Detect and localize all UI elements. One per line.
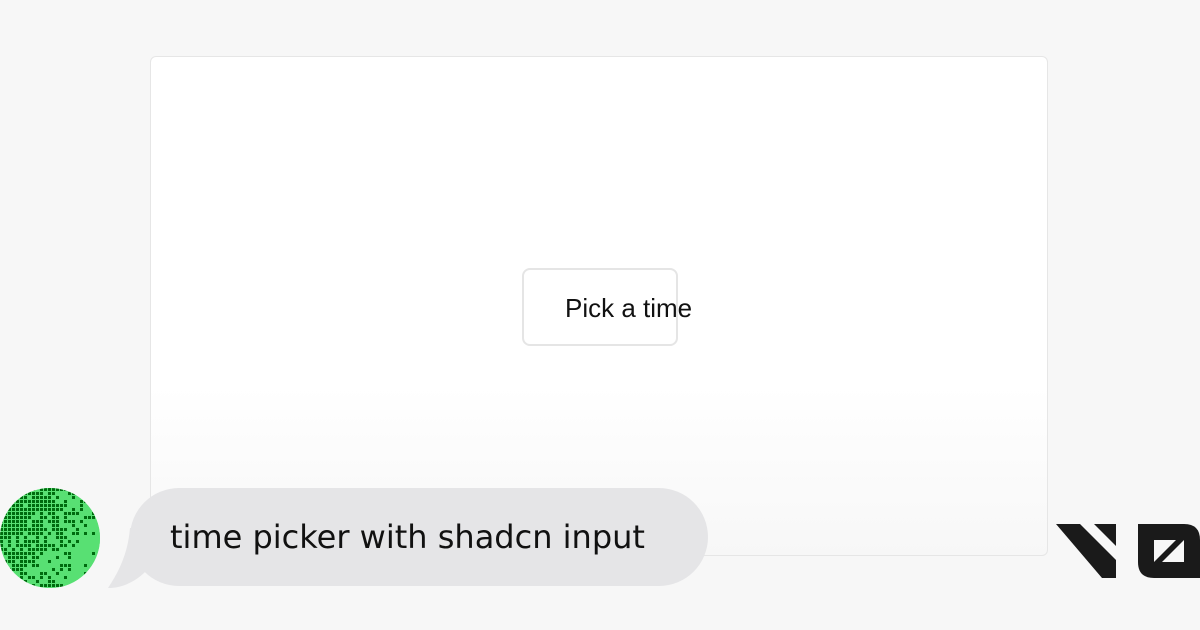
avatar-pattern-icon	[0, 488, 100, 588]
v0-logo-icon	[1056, 524, 1200, 578]
pick-time-label: Pick a time	[565, 293, 693, 323]
pick-time-button[interactable]: Pick a time	[522, 268, 692, 346]
prompt-text: time picker with shadcn input	[170, 518, 645, 556]
avatar	[0, 488, 100, 588]
prompt-bubble: time picker with shadcn input	[130, 488, 708, 586]
page: Pick a time time picker with shadcn inpu…	[0, 0, 1200, 630]
